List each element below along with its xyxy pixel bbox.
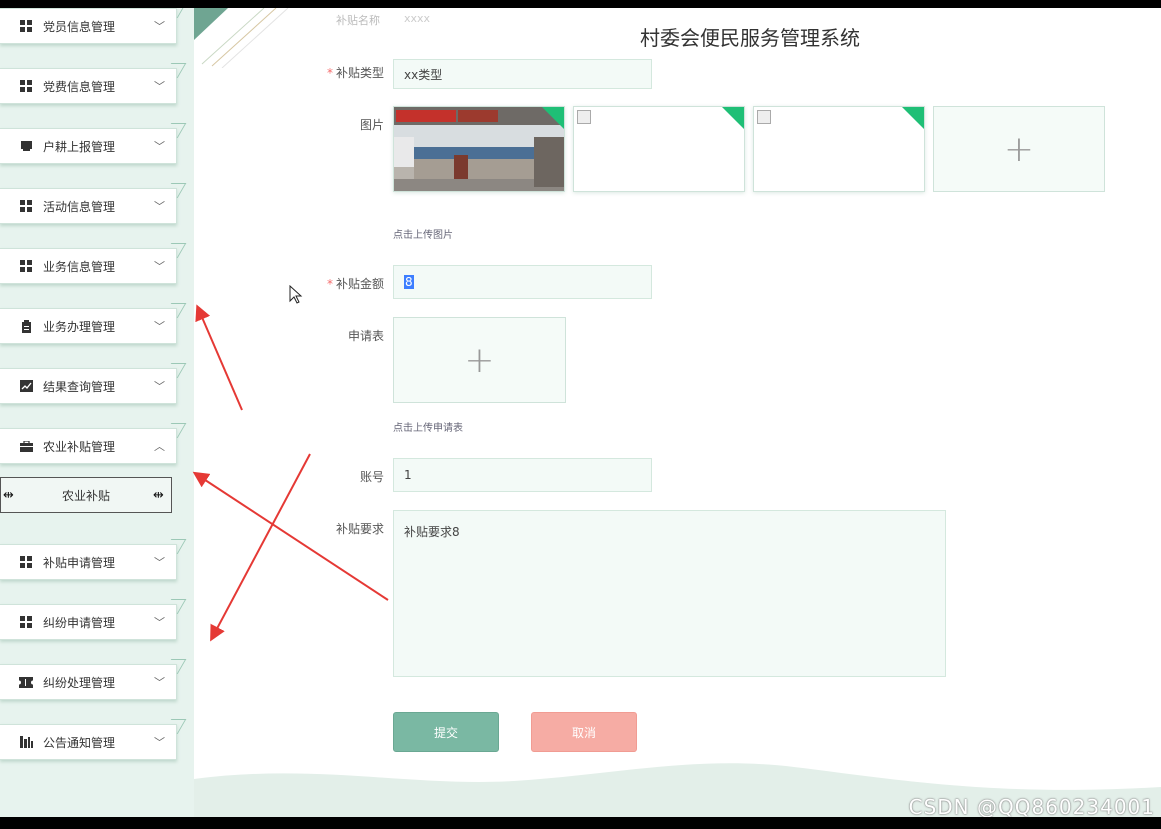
chevron-up-icon: ︿ <box>154 440 165 453</box>
chevron-down-icon: ﹀ <box>154 676 165 689</box>
application-form-label: 申请表 <box>347 329 384 343</box>
chevron-down-icon: ﹀ <box>154 556 165 569</box>
sidebar-item-activities[interactable]: 活动信息管理 ﹀ <box>0 188 177 224</box>
sidebar-subitem-label: 农业补贴 <box>61 488 110 503</box>
sidebar-item-label: 纠纷处理管理 <box>43 675 116 690</box>
resize-arrow-icon: ⇹ <box>153 488 164 503</box>
broken-image-icon <box>757 110 771 124</box>
chevron-down-icon: ﹀ <box>154 260 165 273</box>
grid-icon <box>19 555 33 569</box>
sidebar-item-result-query[interactable]: 结果查询管理 ﹀ <box>0 368 177 404</box>
clipboard-icon <box>19 319 33 333</box>
sidebar-item-label: 活动信息管理 <box>43 199 116 214</box>
grid-icon <box>19 19 33 33</box>
sidebar-item-label: 户耕上报管理 <box>43 139 116 154</box>
sidebar-item-label: 党员信息管理 <box>43 19 116 34</box>
sidebar-item-label: 党费信息管理 <box>43 79 116 94</box>
sidebar-item-label: 业务信息管理 <box>43 259 116 274</box>
broken-image-icon <box>577 110 591 124</box>
image-upload-hint: 点击上传图片 <box>393 230 453 241</box>
grid-icon <box>19 259 33 273</box>
sidebar-item-label: 补贴申请管理 <box>43 555 116 570</box>
field-label-faint: 补贴名称 <box>336 14 380 27</box>
account-input[interactable]: 1 <box>393 458 652 492</box>
sidebar-item-label: 农业补贴管理 <box>43 439 116 454</box>
application-upload-button[interactable]: + <box>393 317 566 403</box>
selected-text: 8 <box>404 275 414 289</box>
requirement-label: 补贴要求 <box>335 522 384 536</box>
application-upload-hint: 点击上传申请表 <box>393 423 463 434</box>
sidebar-item-label: 业务办理管理 <box>43 319 116 334</box>
sidebar-item-announcements[interactable]: 公告通知管理 ﹀ <box>0 724 177 760</box>
grid-icon <box>19 615 33 629</box>
plus-icon: + <box>1003 128 1035 170</box>
sidebar-item-farmland-report[interactable]: 户耕上报管理 ﹀ <box>0 128 177 164</box>
chart-icon <box>19 379 33 393</box>
chevron-down-icon: ﹀ <box>154 80 165 93</box>
sidebar-item-party-members[interactable]: 党员信息管理 ﹀ <box>0 8 177 44</box>
image-upload-button[interactable]: + <box>933 106 1105 192</box>
chevron-down-icon: ﹀ <box>154 20 165 33</box>
plus-icon: + <box>464 339 495 381</box>
grid-icon <box>19 79 33 93</box>
corner-badge <box>901 107 924 130</box>
sidebar-item-party-fees[interactable]: 党费信息管理 ﹀ <box>0 68 177 104</box>
sidebar-item-agri-subsidy[interactable]: 农业补贴管理 ︿ <box>0 428 177 464</box>
required-mark: * <box>326 277 333 291</box>
chevron-down-icon: ﹀ <box>154 736 165 749</box>
uploaded-image-3[interactable] <box>753 106 925 192</box>
corner-badge <box>721 107 744 130</box>
chevron-down-icon: ﹀ <box>154 320 165 333</box>
grid-icon <box>19 199 33 213</box>
page-title: 村委会便民服务管理系统 <box>640 26 860 50</box>
service-hall-photo <box>394 107 564 191</box>
amount-input[interactable]: 8 <box>393 265 652 299</box>
briefcase-icon <box>19 439 33 453</box>
uploaded-image-1[interactable] <box>393 106 565 192</box>
chevron-down-icon: ﹀ <box>154 140 165 153</box>
sidebar-item-label: 公告通知管理 <box>43 735 116 750</box>
subsidy-type-label: * 补贴类型 <box>326 66 384 80</box>
requirement-textarea[interactable]: 补贴要求8 <box>393 510 946 677</box>
ticket-icon <box>19 675 33 689</box>
amount-label: * 补贴金额 <box>326 277 384 291</box>
watermark: CSDN @QQ860234001 <box>908 795 1155 817</box>
book-icon <box>19 139 33 153</box>
sidebar-subitem-agri-subsidy[interactable]: ⇹ 农业补贴 ⇹ <box>0 477 172 513</box>
chevron-down-icon: ﹀ <box>154 200 165 213</box>
field-value-faint: xxxx <box>404 12 431 25</box>
bars-icon <box>19 735 33 749</box>
chevron-down-icon: ﹀ <box>154 616 165 629</box>
subsidy-type-input[interactable]: xx类型 <box>393 59 652 89</box>
sidebar-item-label: 结果查询管理 <box>43 379 116 394</box>
mouse-cursor-icon <box>289 285 303 304</box>
cancel-button[interactable]: 取消 <box>531 712 637 752</box>
sidebar-item-business-handling[interactable]: 业务办理管理 ﹀ <box>0 308 177 344</box>
sidebar: 党员信息管理 ﹀ 党费信息管理 ﹀ 户耕上报管理 ﹀ 活动信息管理 ﹀ 业务信息… <box>0 8 194 817</box>
app-screen: 党员信息管理 ﹀ 党费信息管理 ﹀ 户耕上报管理 ﹀ 活动信息管理 ﹀ 业务信息… <box>0 8 1161 817</box>
required-mark: * <box>326 66 333 80</box>
corner-badge <box>541 107 564 130</box>
sidebar-item-subsidy-application[interactable]: 补贴申请管理 ﹀ <box>0 544 177 580</box>
resize-arrow-icon: ⇹ <box>3 488 14 503</box>
sidebar-item-business-info[interactable]: 业务信息管理 ﹀ <box>0 248 177 284</box>
sidebar-item-label: 纠纷申请管理 <box>43 615 116 630</box>
sidebar-item-dispute-handling[interactable]: 纠纷处理管理 ﹀ <box>0 664 177 700</box>
chevron-down-icon: ﹀ <box>154 380 165 393</box>
submit-button[interactable]: 提交 <box>393 712 499 752</box>
images-label: 图片 <box>359 118 384 132</box>
sidebar-item-dispute-application[interactable]: 纠纷申请管理 ﹀ <box>0 604 177 640</box>
header-decoration <box>194 8 289 68</box>
account-label: 账号 <box>359 470 384 484</box>
uploaded-image-2[interactable] <box>573 106 745 192</box>
